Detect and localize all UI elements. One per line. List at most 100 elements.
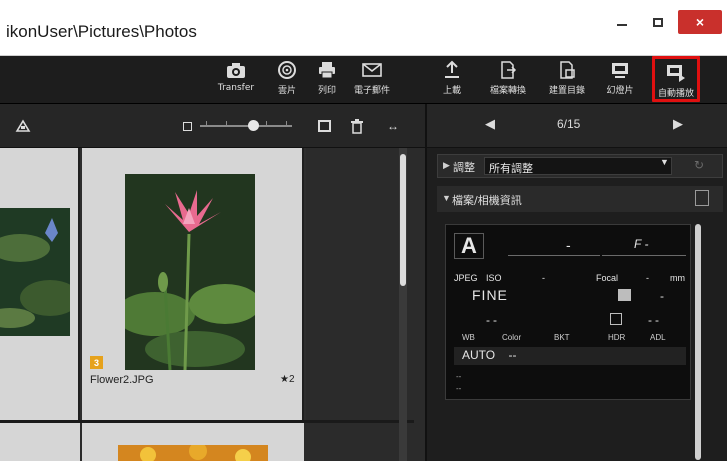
fileinfo-label: 檔案/相機資訊: [452, 194, 522, 207]
camera-transfer-icon: [226, 58, 246, 82]
hdr-header: HDR: [608, 333, 626, 342]
upload-icon: [443, 58, 461, 82]
file-convert-icon: [498, 58, 518, 82]
grid-scrollbar[interactable]: [399, 148, 407, 461]
thumbnail-large-button[interactable]: [316, 116, 332, 136]
delete-button[interactable]: [348, 116, 366, 136]
minimize-icon: [617, 24, 627, 26]
window-title: ikonUser\Pictures\Photos: [6, 22, 197, 41]
upload-button[interactable]: 上載: [438, 58, 466, 102]
thumbnail-cell[interactable]: [0, 148, 80, 420]
adjust-select[interactable]: 所有調整: [484, 157, 672, 175]
thumbnail-filename: Flower2.JPG: [90, 374, 154, 386]
white-balance-row: AUTO --: [454, 347, 686, 365]
thumbnail-large-icon: [317, 120, 331, 132]
filter-button[interactable]: [12, 116, 34, 136]
metering-icon: [610, 313, 622, 325]
thumbnail-image: [125, 174, 255, 370]
scrollbar-thumb[interactable]: [400, 154, 406, 286]
white-balance-value: AUTO: [462, 348, 496, 362]
print-button[interactable]: 列印: [312, 58, 342, 102]
file-convert-button[interactable]: 檔案轉換: [486, 58, 530, 102]
transfer-label: Transfer: [217, 83, 255, 93]
disc-icon: [277, 58, 297, 82]
thumbnail-cell-empty: [306, 148, 414, 420]
maximize-icon: [653, 17, 663, 27]
exposure-compensation-icon: [618, 289, 631, 301]
exposure-mode: A: [454, 233, 484, 259]
info-panel: ◀ 6/15 ▶ ▶ 調整 所有調整 ▼ ↻ ▼ 檔案/相機資訊 A - F -…: [425, 104, 727, 461]
thumbnail-small-icon: [182, 121, 192, 131]
previous-image-button[interactable]: ◀: [485, 116, 495, 132]
thumbnail-small-button[interactable]: [180, 116, 194, 136]
image-format: JPEG: [454, 273, 478, 283]
iso-label: ISO: [486, 273, 502, 283]
exposure-compensation-value: -: [660, 289, 664, 303]
maximize-button[interactable]: [640, 10, 676, 34]
slider-tick: [226, 121, 227, 125]
image-navigation: ◀ 6/15 ▶: [427, 104, 727, 148]
reset-adjust-icon[interactable]: ↻: [694, 158, 704, 172]
mail-icon: [362, 58, 382, 82]
autoplay-icon: [665, 61, 687, 85]
wb-header: WB: [462, 333, 475, 342]
minimize-button[interactable]: [604, 10, 640, 34]
slideshow-label: 幻燈片: [606, 86, 634, 96]
thumbnail-cell[interactable]: [0, 423, 80, 461]
focal-label: Focal: [596, 273, 619, 283]
thumbnail-rating: ★2: [280, 374, 295, 385]
iso-value: -: [542, 273, 545, 283]
next-image-button[interactable]: ▶: [673, 116, 683, 132]
create-folder-button[interactable]: 建置目錄: [544, 58, 590, 102]
thumbnail-row: [0, 420, 414, 461]
thumbnail-image: [0, 208, 70, 336]
adl-header: ADL: [650, 333, 666, 342]
slider-tick: [206, 121, 207, 125]
filter-icon: [15, 119, 31, 132]
disc-button[interactable]: 雲片: [272, 58, 302, 102]
shutter-speed: -: [566, 237, 571, 253]
metering-value: --: [486, 313, 500, 327]
collapse-arrow-icon[interactable]: ▶: [443, 160, 450, 171]
autoplay-button[interactable]: 自動播放: [652, 56, 700, 102]
fileinfo-options-icon[interactable]: [695, 190, 709, 206]
extra-info: -- --: [456, 371, 461, 395]
swap-panel-button[interactable]: ↔: [378, 116, 408, 136]
slider-tick: [286, 121, 287, 125]
dropdown-caret-icon: ▼: [660, 157, 669, 167]
autoplay-label: 自動播放: [657, 89, 694, 99]
focal-value: -: [646, 273, 649, 283]
slideshow-button[interactable]: 幻燈片: [600, 58, 640, 102]
slideshow-icon: [610, 58, 630, 82]
thumbnail-cell-selected[interactable]: 3 Flower2.JPG ★2: [82, 148, 304, 420]
aperture-value: F -: [634, 237, 649, 251]
close-button[interactable]: ×: [678, 10, 722, 34]
trash-icon: [351, 119, 363, 134]
focal-unit: mm: [670, 273, 685, 283]
swap-icon: ↔: [387, 119, 399, 133]
label-badge: 3: [90, 356, 103, 369]
bkt-header: BKT: [554, 333, 570, 342]
email-button[interactable]: 電子郵件: [350, 58, 394, 102]
slider-knob[interactable]: [248, 120, 259, 131]
image-quality: FINE: [472, 287, 508, 303]
color-header: Color: [502, 333, 522, 342]
color-value: --: [508, 348, 517, 362]
printer-icon: [317, 58, 337, 82]
thumbnail-size-slider[interactable]: [200, 125, 292, 127]
viewer-controls: ↔: [0, 104, 425, 148]
adjust-section: ▶ 調整 所有調整 ▼ ↻: [437, 154, 723, 178]
panel-scrollbar[interactable]: [695, 224, 701, 460]
main-toolbar: Transfer 雲片 列印 電子郵件 上載 檔案轉換 建置目錄 幻燈片 自動播…: [0, 56, 727, 104]
flash-value: --: [648, 313, 662, 327]
transfer-button[interactable]: Transfer: [212, 58, 260, 102]
extra-info-line: --: [456, 384, 462, 393]
fileinfo-section-header: ▼ 檔案/相機資訊: [437, 186, 723, 212]
close-icon: ×: [695, 14, 705, 30]
camera-info-display: A - F - JPEG ISO - Focal - mm FINE - -- …: [445, 224, 691, 400]
thumbnail-cell[interactable]: [82, 423, 304, 461]
expand-arrow-icon[interactable]: ▼: [442, 193, 451, 203]
divider: [602, 255, 686, 256]
image-counter: 6/15: [557, 117, 581, 131]
adjust-label: 調整: [453, 161, 475, 174]
